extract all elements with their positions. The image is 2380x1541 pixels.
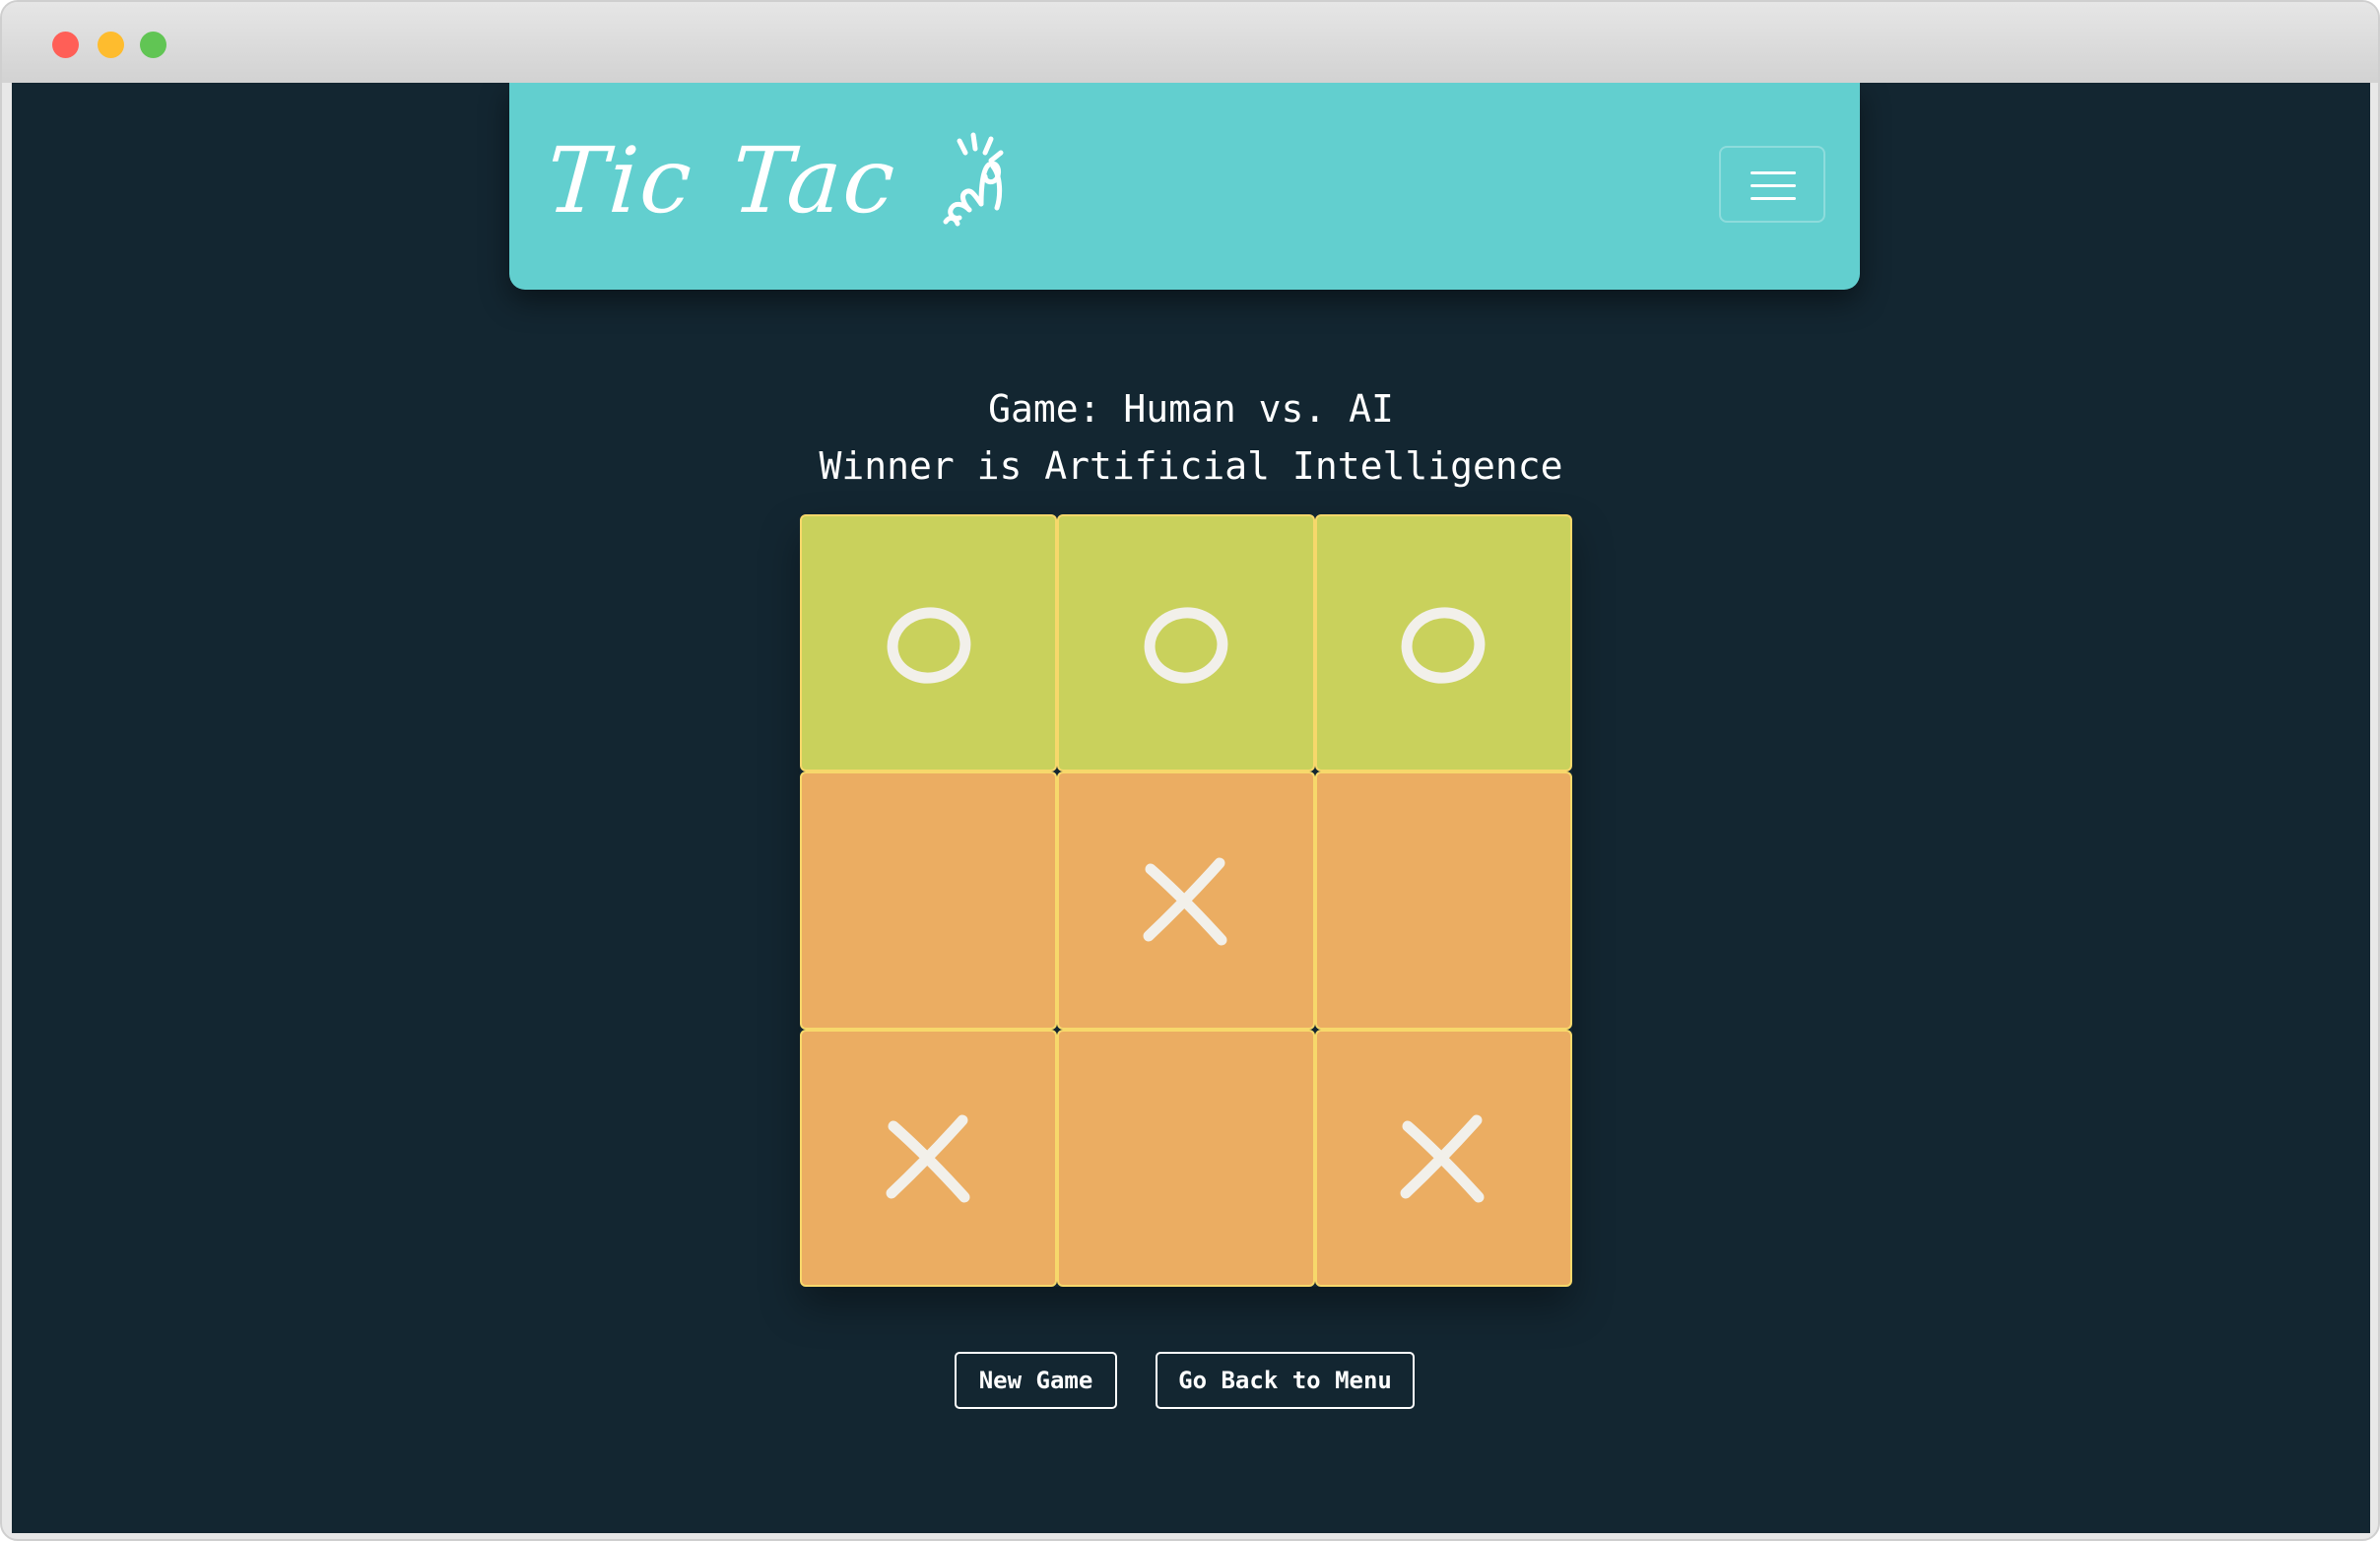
x-mark-icon: [1143, 857, 1227, 946]
close-window-button[interactable]: [52, 32, 79, 58]
board-cell-2[interactable]: [1057, 514, 1315, 772]
o-mark-icon: [887, 607, 971, 684]
window-titlebar: [2, 2, 2378, 83]
browser-window: Tic Tac Game: Human vs. AI Winner is Art…: [0, 0, 2380, 1541]
board-cell-6[interactable]: [1314, 771, 1572, 1030]
hamburger-menu-icon[interactable]: [1719, 146, 1825, 223]
board-cell-3[interactable]: [1314, 514, 1572, 772]
x-mark-icon: [1400, 1114, 1485, 1203]
page-viewport: Tic Tac Game: Human vs. AI Winner is Art…: [12, 83, 2370, 1533]
o-mark-icon: [1144, 607, 1228, 684]
new-game-button[interactable]: New Game: [955, 1352, 1117, 1409]
winner-text: Winner is Artificial Intelligence: [819, 444, 1563, 488]
game-mode-text: Game: Human vs. AI: [988, 387, 1394, 431]
x-mark-icon: [886, 1114, 970, 1203]
hamburger-line: [1751, 184, 1796, 187]
maximize-window-button[interactable]: [140, 32, 166, 58]
navbar: Tic Tac: [509, 83, 1860, 290]
brand-word-tac: Tac: [728, 128, 900, 234]
game-board: [800, 514, 1572, 1287]
board-cell-4[interactable]: [800, 771, 1058, 1030]
board-cell-8[interactable]: [1057, 1029, 1315, 1287]
hamburger-line: [1751, 171, 1796, 174]
o-mark-icon: [1401, 607, 1486, 684]
board-cell-5[interactable]: [1057, 771, 1315, 1030]
brand-word-tic: Tic: [543, 128, 697, 234]
back-to-menu-button[interactable]: Go Back to Menu: [1156, 1352, 1415, 1409]
board-cell-1[interactable]: [800, 514, 1058, 772]
board-cell-9[interactable]: [1314, 1029, 1572, 1287]
hand-pointer-logo-icon: [943, 132, 1004, 227]
board-cell-7[interactable]: [800, 1029, 1058, 1287]
hamburger-line: [1751, 197, 1796, 200]
minimize-window-button[interactable]: [98, 32, 124, 58]
brand-logo-link[interactable]: Tic Tac: [543, 122, 1015, 240]
